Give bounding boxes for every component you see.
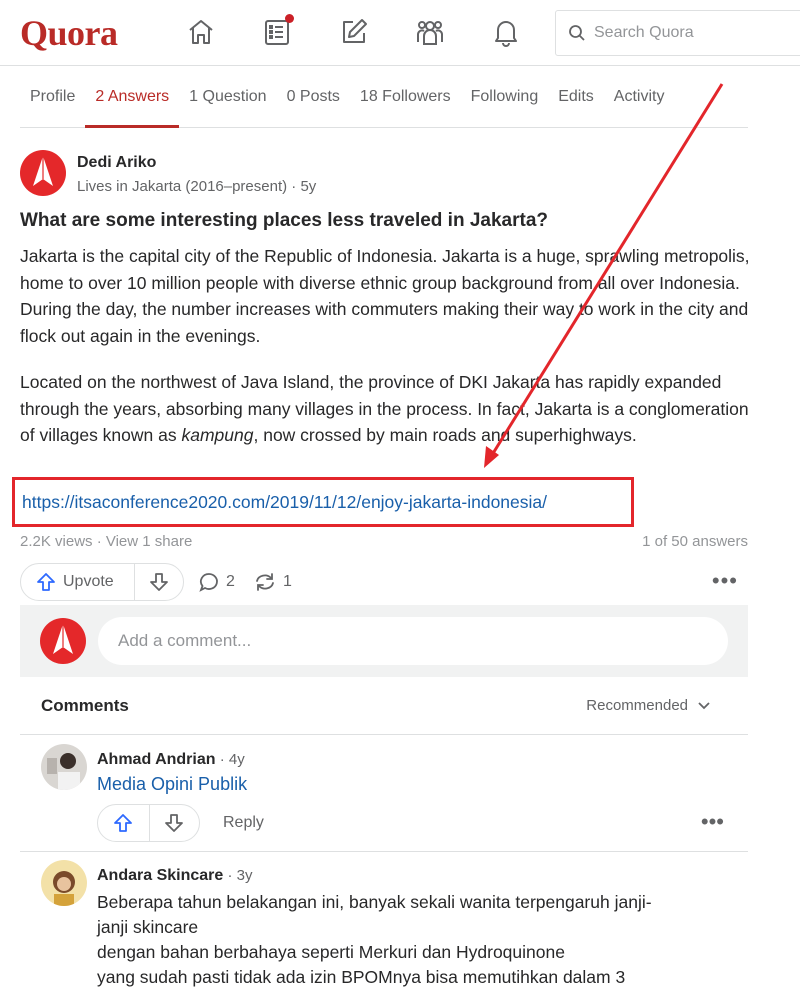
downvote-icon — [165, 814, 184, 832]
comment-item: Andara Skincare · 3y Beberapa tahun bela… — [20, 860, 748, 994]
commenter-name[interactable]: Andara Skincare · 3y — [97, 867, 252, 885]
answer-stats: 2.2K views · View 1 share 1 of 50 answer… — [20, 533, 748, 550]
answer-position: 1 of 50 answers — [642, 533, 748, 550]
comments-header: Comments Recommended — [20, 677, 748, 735]
sort-label: Recommended — [586, 697, 688, 714]
commenter-avatar[interactable] — [41, 860, 87, 906]
comment-vote-group — [97, 804, 200, 842]
views-shares[interactable]: 2.2K views · View 1 share — [20, 533, 192, 550]
comment-line: dengan bahan berbahaya seperti Merkuri d… — [97, 942, 565, 962]
commenter-space-link[interactable]: Media Opini Publik — [97, 774, 247, 795]
upvote-icon — [37, 573, 55, 591]
reshare-icon — [256, 573, 274, 591]
chevron-down-icon — [698, 701, 710, 709]
more-options-icon[interactable]: ••• — [712, 570, 738, 592]
sort-dropdown[interactable]: Recommended — [586, 697, 712, 714]
upvote-button[interactable]: Upvote — [21, 564, 135, 600]
comments-title: Comments — [41, 696, 129, 715]
add-comment-area — [20, 605, 748, 677]
comment-time: · 3y — [223, 867, 253, 884]
commenter-name-text: Ahmad Andrian — [97, 751, 216, 768]
comment-text: Beberapa tahun belakangan ini, banyak se… — [97, 890, 737, 990]
comment-item: Ahmad Andrian · 4y Media Opini Publik Re… — [20, 744, 748, 852]
downvote-icon — [150, 573, 168, 591]
share-button[interactable]: 1 — [253, 563, 292, 601]
comment-downvote-button[interactable] — [150, 805, 200, 841]
comment-line: Beberapa tahun belakangan ini, banyak se… — [97, 892, 652, 912]
answer-actions: Upvote 2 1 ••• — [20, 563, 748, 601]
commenter-name-text: Andara Skincare — [97, 867, 224, 884]
commenter-name[interactable]: Ahmad Andrian · 4y — [97, 751, 245, 769]
share-count: 1 — [283, 573, 292, 590]
current-user-avatar — [40, 618, 86, 664]
comment-input[interactable] — [98, 617, 728, 665]
more-options-icon[interactable]: ••• — [701, 811, 724, 833]
comment-line: janji skincare — [97, 917, 199, 937]
comment-icon — [199, 573, 218, 592]
vote-group: Upvote — [20, 563, 184, 601]
comment-button[interactable]: 2 — [198, 563, 235, 601]
comment-time: · 4y — [215, 751, 245, 768]
reply-button[interactable]: Reply — [223, 814, 264, 832]
downvote-button[interactable] — [135, 564, 183, 600]
upvote-label: Upvote — [63, 573, 114, 590]
upvote-icon — [114, 814, 133, 832]
comment-count: 2 — [226, 573, 235, 590]
comment-line: yang sudah pasti tidak ada izin BPOMnya … — [97, 967, 626, 987]
commenter-avatar[interactable] — [41, 744, 87, 790]
comment-upvote-button[interactable] — [98, 805, 150, 841]
